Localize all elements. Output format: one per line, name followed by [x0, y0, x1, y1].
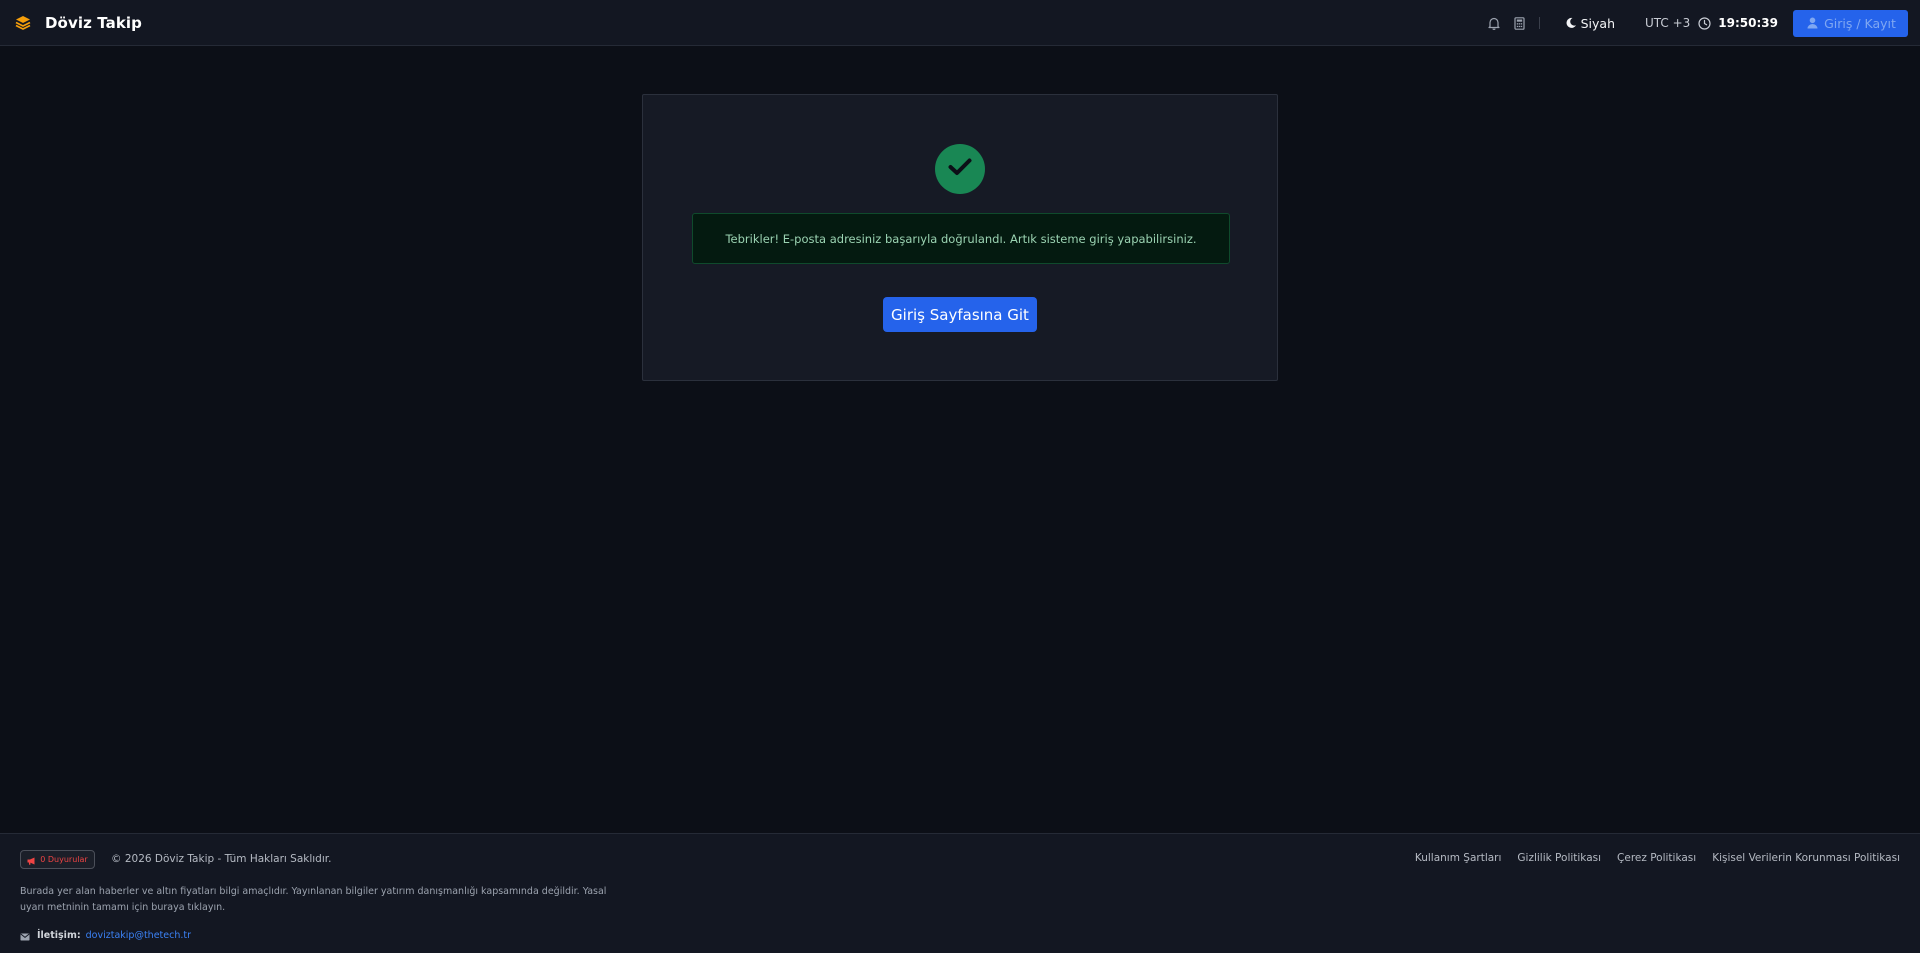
privacy-policy-link[interactable]: Gizlilik Politikası — [1517, 852, 1601, 864]
bell-icon[interactable] — [1487, 16, 1501, 30]
calculator-icon[interactable] — [1513, 16, 1527, 30]
theme-label: Siyah — [1580, 15, 1615, 31]
timezone-label: UTC +3 — [1645, 16, 1691, 30]
login-register-label: Giriş / Kayıt — [1824, 15, 1896, 31]
moon-icon — [1564, 16, 1578, 30]
announcements-label: 0 Duyurular — [40, 855, 88, 864]
check-icon — [948, 158, 972, 180]
go-to-login-button[interactable]: Giriş Sayfasına Git — [883, 297, 1037, 332]
footer-links: Kullanım Şartları Gizlilik Politikası Çe… — [1415, 852, 1900, 864]
megaphone-icon — [27, 850, 36, 869]
success-alert: Tebrikler! E-posta adresiniz başarıyla d… — [692, 213, 1230, 264]
user-icon — [1805, 16, 1819, 30]
success-message: Tebrikler! E-posta adresiniz başarıyla d… — [725, 231, 1197, 246]
current-time: 19:50:39 — [1718, 16, 1778, 30]
footer: 0 Duyurular © 2026 Döviz Takip - Tüm Hak… — [0, 833, 1920, 953]
login-register-button[interactable]: Giriş / Kayıt — [1793, 9, 1908, 37]
terms-of-use-link[interactable]: Kullanım Şartları — [1415, 852, 1502, 864]
header-divider — [1538, 17, 1540, 29]
brand-name: Döviz Takip — [45, 13, 143, 32]
contact-email-link[interactable]: doviztakip@thetech.tr — [86, 930, 191, 941]
header-actions: Siyah UTC +3 19:50:39 Giriş / Kayıt — [1487, 0, 1908, 46]
contact-label: İletişim: — [37, 930, 81, 941]
success-badge — [935, 144, 985, 194]
theme-toggle[interactable]: Siyah — [1564, 16, 1615, 31]
top-navbar: Döviz Takip Siyah UTC +3 19:50:39 Giriş … — [0, 0, 1920, 46]
cookie-policy-link[interactable]: Çerez Politikası — [1617, 852, 1696, 864]
copyright-text: © 2026 Döviz Takip - Tüm Hakları Saklıdı… — [111, 853, 332, 865]
layers-icon — [15, 15, 31, 31]
legal-disclaimer[interactable]: Burada yer alan haberler ve altın fiyatl… — [20, 884, 620, 916]
contact-row: İletişim: doviztakip@thetech.tr — [20, 926, 191, 945]
verification-card: Tebrikler! E-posta adresiniz başarıyla d… — [642, 94, 1278, 381]
announcements-badge[interactable]: 0 Duyurular — [20, 850, 95, 869]
envelope-icon — [20, 926, 30, 945]
kvkk-policy-link[interactable]: Kişisel Verilerin Korunması Politikası — [1712, 852, 1900, 864]
brand-link[interactable]: Döviz Takip — [15, 14, 142, 32]
clock-icon — [1697, 16, 1711, 30]
